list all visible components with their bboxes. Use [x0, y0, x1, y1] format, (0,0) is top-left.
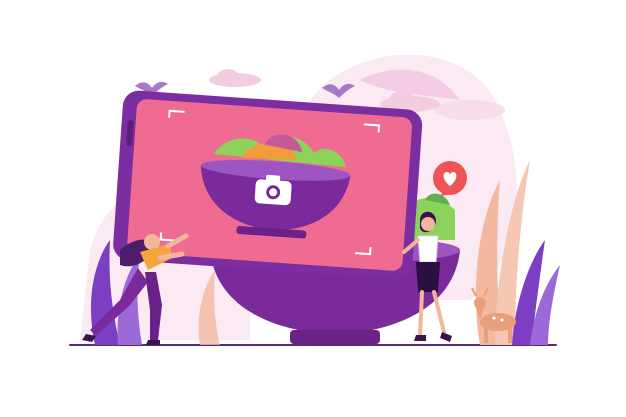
illustration	[0, 0, 626, 417]
illustration-canvas	[69, 54, 560, 346]
